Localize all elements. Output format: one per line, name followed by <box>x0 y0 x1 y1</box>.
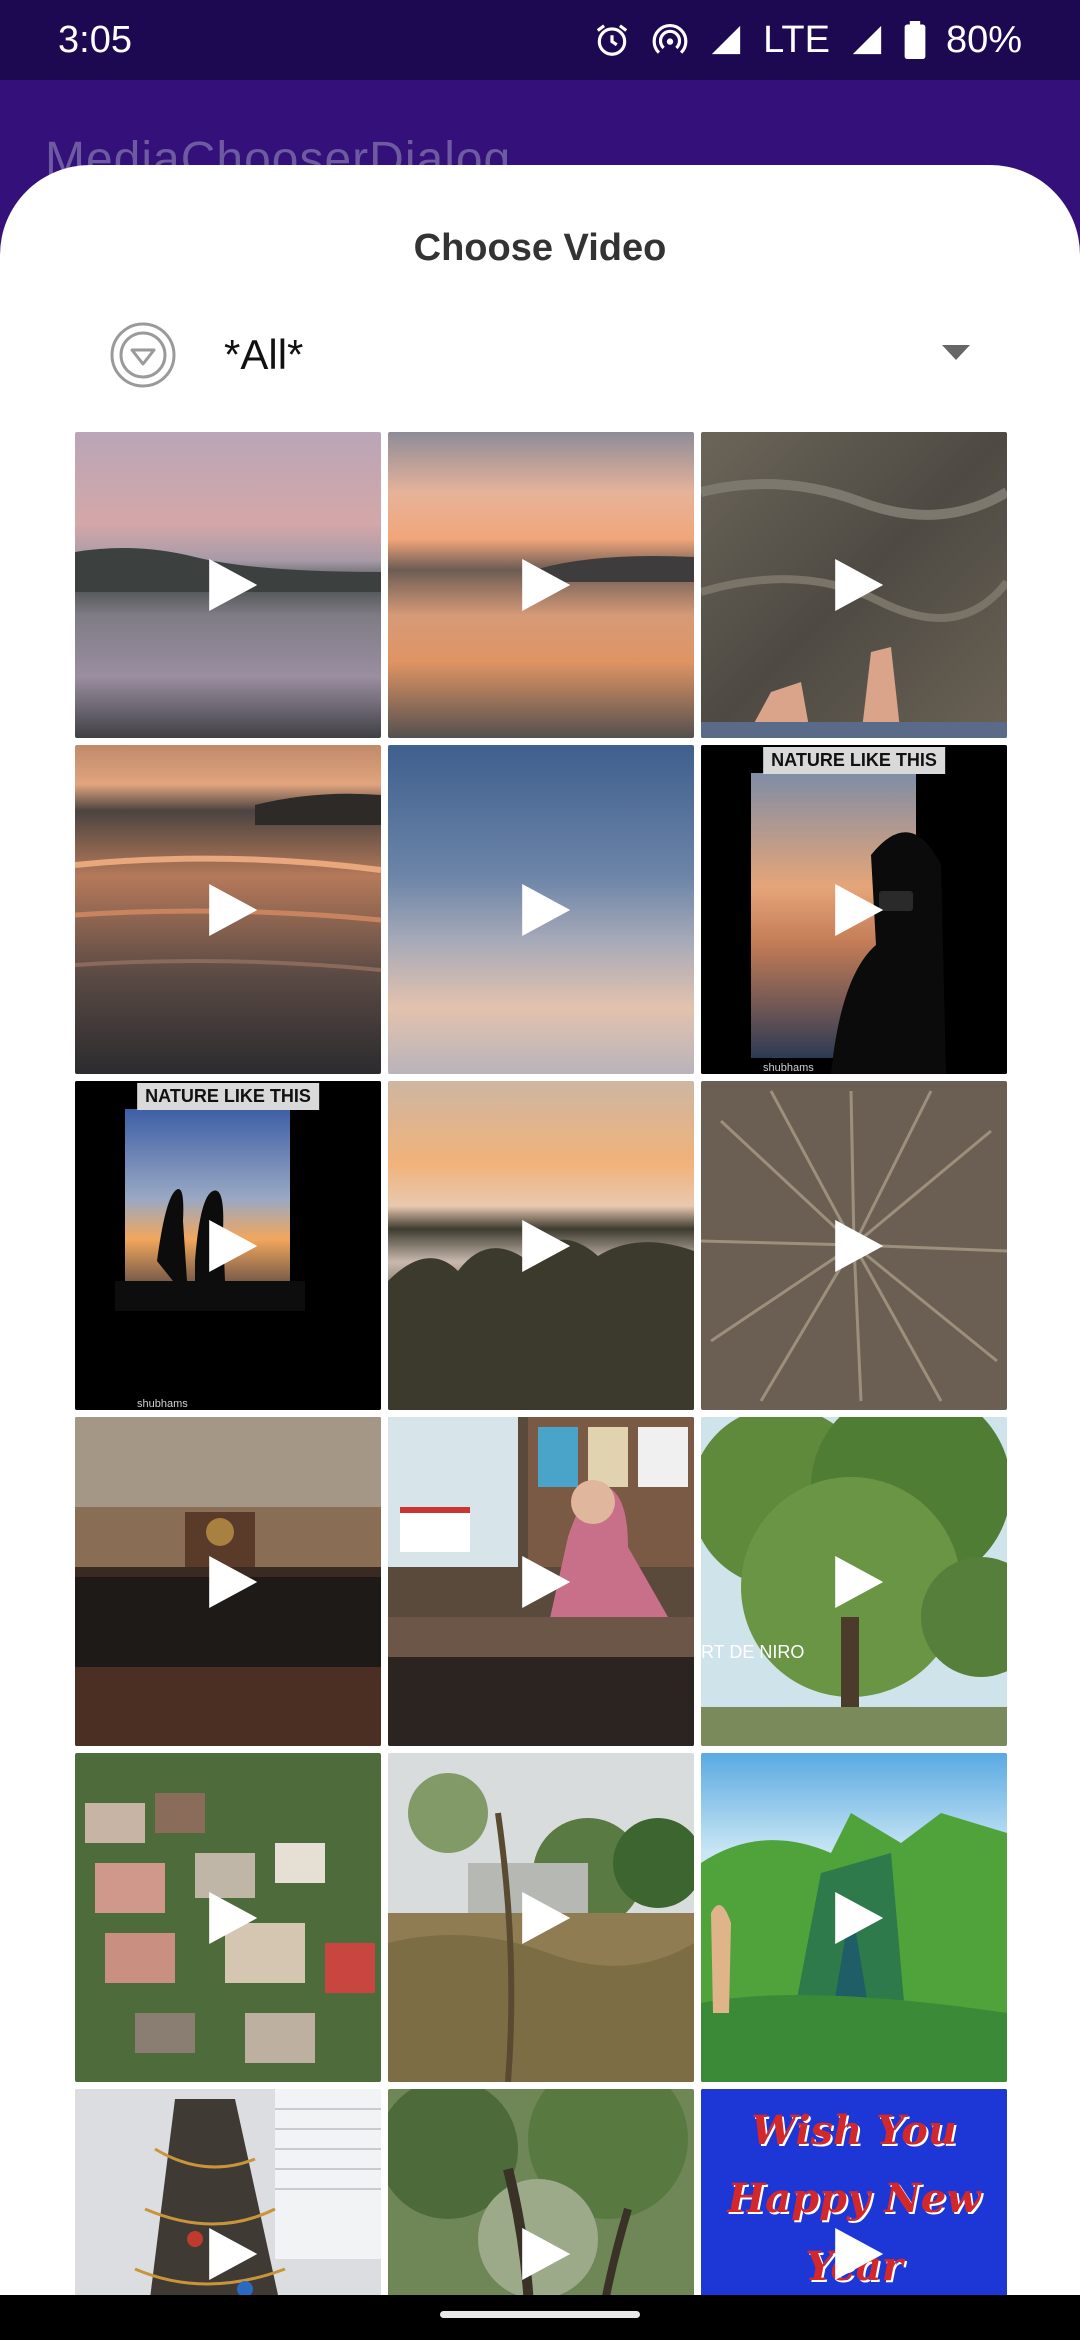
dropdown-arrow-icon[interactable] <box>942 344 970 366</box>
play-icon <box>209 1555 258 1608</box>
signal-icon-2 <box>850 23 884 57</box>
play-icon <box>209 559 258 611</box>
play-icon <box>522 1891 571 1944</box>
video-caption: NATURE LIKE THIS <box>137 1083 319 1110</box>
play-icon <box>835 883 884 936</box>
network-type: LTE <box>763 18 830 61</box>
folder-filter-icon <box>110 322 176 388</box>
video-thumbnail[interactable] <box>75 1753 381 2082</box>
play-icon <box>209 1891 258 1944</box>
dialog-title: Choose Video <box>413 227 667 269</box>
video-thumbnail[interactable] <box>75 1417 381 1746</box>
screen: 3:05 LTE 80% MediaChooserDialog Choose V… <box>0 0 1080 2340</box>
video-thumbnail[interactable] <box>388 745 694 1074</box>
video-thumbnail[interactable] <box>701 1753 1007 2082</box>
video-thumbnail[interactable] <box>388 1081 694 1410</box>
play-icon <box>209 1219 258 1272</box>
play-icon <box>522 1219 571 1272</box>
battery-percent: 80% <box>945 18 1022 61</box>
status-icons: LTE 80% <box>593 19 1022 62</box>
greeting-line-2: Happy New <box>727 2175 981 2222</box>
video-thumbnail[interactable] <box>75 432 381 738</box>
video-thumbnail[interactable] <box>388 432 694 738</box>
play-icon <box>522 883 571 936</box>
video-thumbnail[interactable] <box>388 1753 694 2082</box>
play-icon <box>835 559 884 611</box>
home-gesture-handle[interactable] <box>440 2311 640 2318</box>
battery-icon <box>904 21 926 59</box>
video-thumbnail[interactable]: NATURE LIKE THIS shubhams <box>701 745 1007 1074</box>
play-icon <box>835 1555 884 1608</box>
play-icon <box>522 559 571 611</box>
video-thumbnail[interactable] <box>388 1417 694 1746</box>
alarm-icon <box>593 21 631 59</box>
video-grid: NATURE LIKE THIS shubhams NATURE LIKE TH… <box>75 432 1007 2340</box>
video-caption: NATURE LIKE THIS <box>763 747 945 774</box>
play-icon <box>209 2227 258 2280</box>
play-icon <box>522 1555 571 1608</box>
video-thumbnail[interactable]: NATURE LIKE THIS shubhams <box>75 1081 381 1410</box>
video-thumbnail[interactable] <box>701 1081 1007 1410</box>
folder-selected-label: *All* <box>224 331 304 378</box>
play-icon <box>522 2227 571 2280</box>
status-bar: 3:05 LTE 80% <box>0 0 1080 80</box>
hotspot-icon <box>651 21 689 59</box>
video-credit: shubhams <box>137 1398 188 1410</box>
navigation-bar <box>0 2295 1080 2340</box>
folder-selector[interactable]: *All* <box>110 315 970 395</box>
play-icon <box>835 1219 884 1272</box>
play-icon <box>835 2227 884 2280</box>
video-thumbnail[interactable] <box>75 745 381 1074</box>
play-icon <box>835 1891 884 1944</box>
video-thumbnail[interactable]: RT DE NIRO <box>701 1417 1007 1746</box>
media-chooser-dialog: Choose Video *All* NATURE LIKE THIS shub… <box>0 165 1080 2340</box>
status-time: 3:05 <box>58 18 132 61</box>
signal-icon <box>709 23 743 57</box>
play-icon <box>209 883 258 936</box>
greeting-line-1: Wish You <box>751 2107 957 2154</box>
video-overlay-text: RT DE NIRO <box>701 1642 805 1662</box>
video-thumbnail[interactable] <box>701 432 1007 738</box>
video-credit: shubhams <box>763 1062 814 1074</box>
